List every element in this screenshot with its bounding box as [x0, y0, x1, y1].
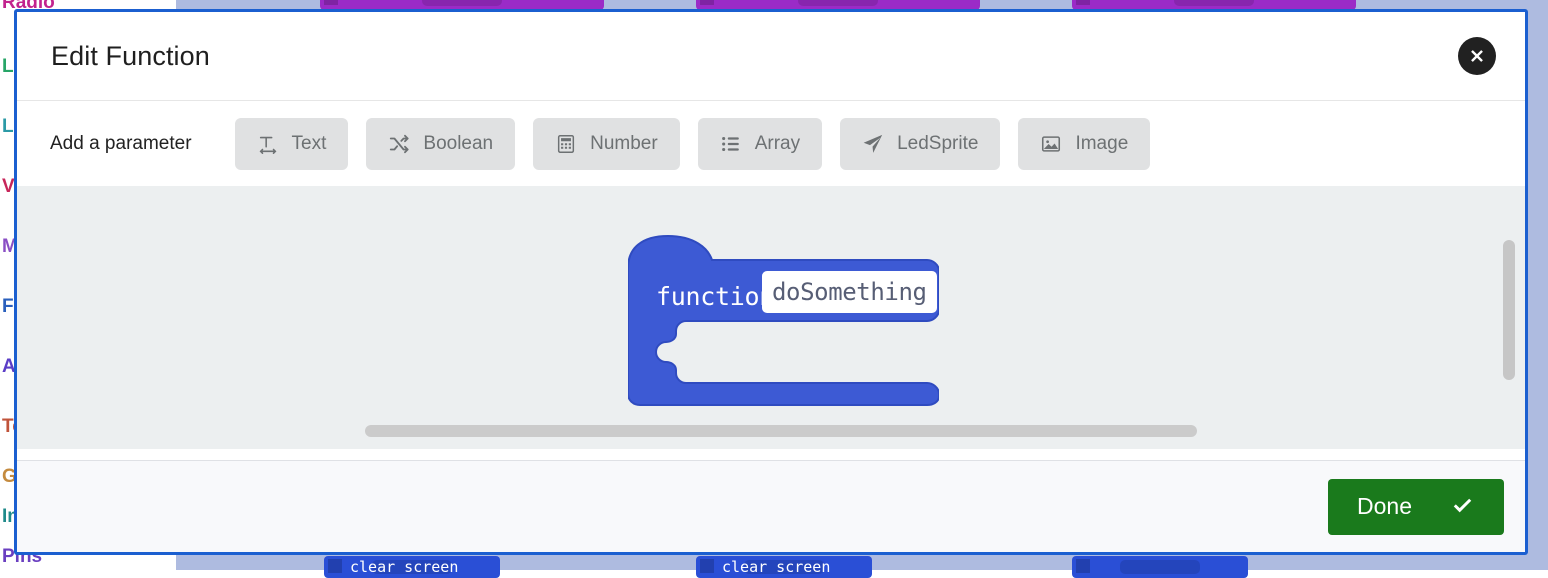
parameter-type-buttons: Text Boolean Number Array LedSprite Image [235, 118, 1151, 170]
done-button[interactable]: Done [1328, 479, 1504, 535]
param-type-button-ledsprite[interactable]: LedSprite [840, 118, 1000, 170]
checkmark-icon [1450, 494, 1475, 519]
block-knob [700, 0, 714, 5]
function-name-input[interactable]: doSomething [762, 271, 937, 313]
param-type-label: Text [292, 133, 327, 155]
param-type-button-array[interactable]: Array [698, 118, 822, 170]
function-name-value: doSomething [772, 278, 927, 306]
text-height-icon [257, 133, 279, 155]
param-type-label: Boolean [423, 133, 493, 155]
function-block-shape [628, 234, 939, 406]
block-knob [324, 0, 338, 5]
canvas-vertical-scrollbar[interactable] [1503, 240, 1515, 380]
param-type-button-text[interactable]: Text [235, 118, 349, 170]
workspace-block-label: clear screen [350, 558, 458, 576]
workspace-block[interactable]: clear screen [324, 556, 500, 578]
list-icon [720, 133, 742, 155]
block-slot [798, 0, 878, 6]
param-type-label: Number [590, 133, 658, 155]
param-type-label: Image [1075, 133, 1128, 155]
param-type-button-boolean[interactable]: Boolean [366, 118, 515, 170]
block-knob [700, 559, 714, 573]
close-icon-button[interactable] [1458, 37, 1496, 75]
workspace-block[interactable] [1072, 556, 1248, 578]
close-icon [1467, 46, 1487, 66]
param-type-button-number[interactable]: Number [533, 118, 680, 170]
canvas-footer-gap [17, 449, 1525, 460]
block-slot [422, 0, 502, 6]
workspace-block[interactable]: clear screen [696, 556, 872, 578]
calculator-icon [555, 133, 577, 155]
block-knob [1076, 559, 1090, 573]
paper-plane-icon [862, 133, 884, 155]
block-slot [1174, 0, 1254, 6]
dialog-footer: Done [17, 460, 1525, 552]
dialog-title: Edit Function [51, 41, 210, 72]
function-definition-block[interactable]: function doSomething [628, 234, 939, 406]
done-button-label: Done [1357, 493, 1412, 520]
add-parameter-label: Add a parameter [50, 133, 192, 155]
add-parameter-row: Add a parameter Text Boolean Number Array Le… [17, 101, 1525, 186]
shuffle-icon [388, 133, 410, 155]
block-knob [328, 559, 342, 573]
param-type-button-image[interactable]: Image [1018, 118, 1150, 170]
param-type-label: Array [755, 133, 800, 155]
dialog-header: Edit Function [17, 12, 1525, 101]
param-type-label: LedSprite [897, 133, 978, 155]
block-slot [1120, 560, 1200, 574]
function-block-canvas[interactable]: function doSomething [17, 186, 1525, 449]
edit-function-dialog: Edit Function Add a parameter Text Boolea… [14, 9, 1528, 555]
block-knob [1076, 0, 1090, 5]
picture-icon [1040, 133, 1062, 155]
canvas-horizontal-scrollbar[interactable] [365, 425, 1197, 437]
block-keyword-label: function [656, 282, 774, 311]
workspace-block-label: clear screen [722, 558, 830, 576]
